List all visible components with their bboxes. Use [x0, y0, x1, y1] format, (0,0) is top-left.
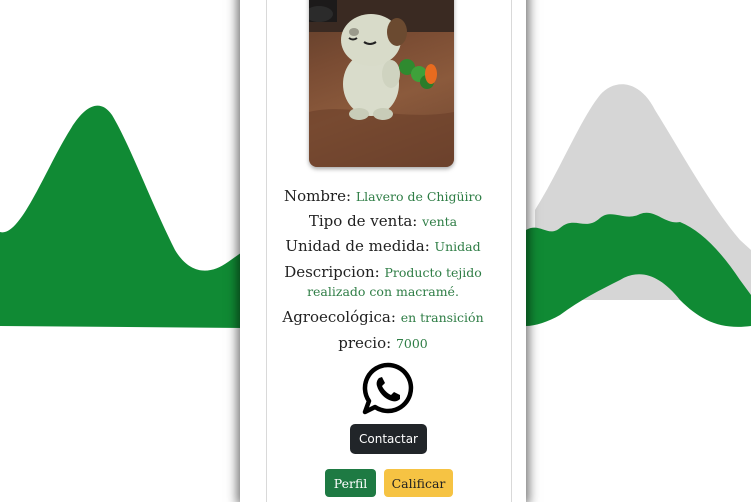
- field-unidad: Unidad de medida: Unidad: [240, 237, 526, 256]
- field-tipo-venta: Tipo de venta: venta: [240, 212, 526, 231]
- left-mountain: [0, 105, 245, 328]
- field-value: Llavero de Chigüiro: [355, 189, 483, 204]
- product-photo: [309, 0, 454, 167]
- product-card: Nombre: Llavero de Chigüiro Tipo de vent…: [240, 0, 526, 502]
- amigurumi-keychain-photo: [309, 0, 454, 167]
- field-value-continued: realizado con macramé.: [307, 284, 459, 299]
- field-label: Nombre:: [283, 187, 352, 205]
- field-value: 7000: [395, 336, 428, 351]
- field-value: Producto tejido: [384, 265, 482, 280]
- field-label: precio:: [338, 334, 392, 352]
- field-label: Descripcion:: [284, 263, 380, 281]
- field-value: venta: [422, 214, 458, 229]
- contact-button[interactable]: Contactar: [350, 424, 427, 454]
- whatsapp-icon[interactable]: [361, 362, 415, 416]
- field-value: en transición: [400, 310, 484, 325]
- field-precio: precio: 7000: [240, 334, 526, 353]
- field-nombre: Nombre: Llavero de Chigüiro: [240, 187, 526, 206]
- field-descripcion: Descripcion: Producto tejido realizado c…: [240, 263, 526, 301]
- field-label: Tipo de venta:: [308, 212, 418, 230]
- field-agroecologica: Agroecológica: en transición: [240, 308, 526, 327]
- field-label: Agroecológica:: [282, 308, 396, 326]
- field-label: Unidad de medida:: [285, 237, 430, 255]
- profile-button[interactable]: Perfil: [325, 469, 376, 497]
- rate-button[interactable]: Calificar: [384, 469, 453, 497]
- field-value: Unidad: [434, 239, 481, 254]
